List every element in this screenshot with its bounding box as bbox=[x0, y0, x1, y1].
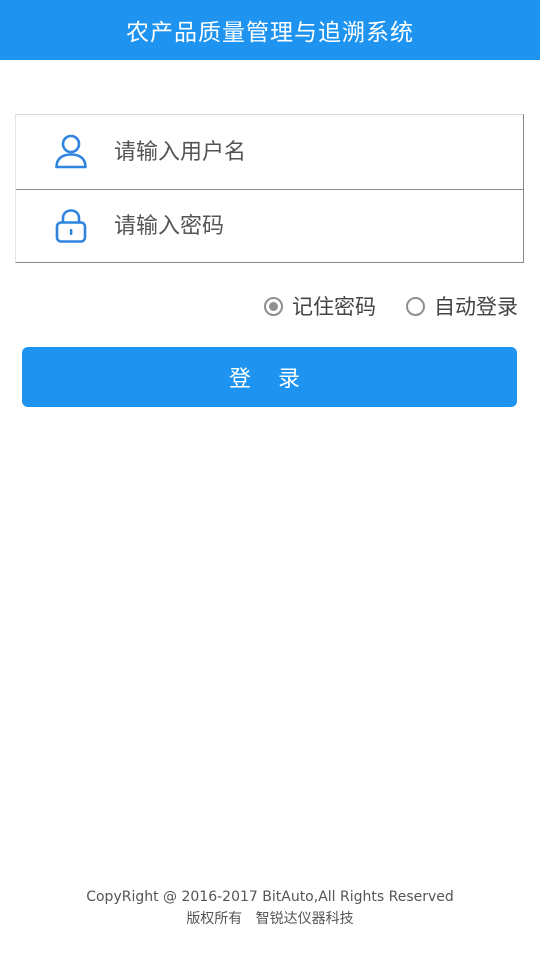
login-options: 记住密码 自动登录 bbox=[264, 288, 518, 324]
app-title: 农产品质量管理与追溯系统 bbox=[126, 20, 414, 46]
password-row bbox=[16, 189, 523, 263]
login-button[interactable]: 登 录 bbox=[22, 347, 517, 407]
copyright-text: CopyRight @ 2016-2017 BitAuto,All Rights… bbox=[86, 889, 454, 905]
company-text: 版权所有 智锐达仪器科技 bbox=[0, 908, 540, 930]
username-input[interactable] bbox=[112, 131, 513, 173]
company-name: 版权所有 智锐达仪器科技 bbox=[186, 911, 354, 927]
remember-password-radio[interactable] bbox=[264, 296, 283, 316]
auto-login-label: 自动登录 bbox=[434, 295, 518, 319]
remember-password-option[interactable]: 记住密码 bbox=[264, 291, 376, 321]
password-input[interactable] bbox=[112, 205, 513, 247]
login-screen: 农产品质量管理与追溯系统 记住 bbox=[0, 0, 540, 960]
auto-login-option[interactable]: 自动登录 bbox=[406, 291, 518, 321]
footer: CopyRight @ 2016-2017 BitAuto,All Rights… bbox=[0, 886, 540, 930]
app-header: 农产品质量管理与追溯系统 bbox=[0, 0, 540, 60]
auto-login-radio[interactable] bbox=[406, 296, 425, 316]
username-row bbox=[16, 115, 523, 190]
user-icon bbox=[54, 134, 88, 170]
login-form bbox=[15, 114, 524, 263]
lock-icon bbox=[54, 208, 88, 244]
remember-password-label: 记住密码 bbox=[292, 295, 376, 319]
